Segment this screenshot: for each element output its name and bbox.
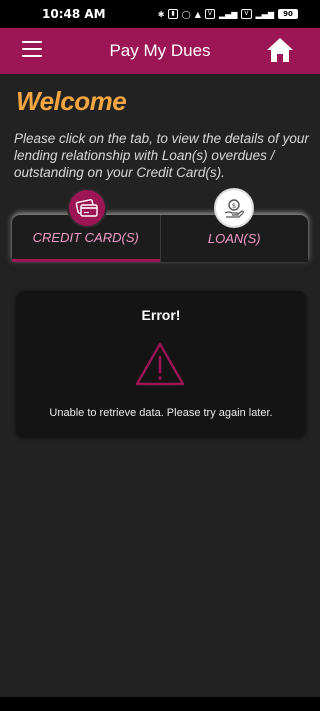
money-hand-icon: $	[224, 199, 244, 218]
status-bar: 10:48 AM ✱ ▮ ◯ ▲ V ▂▄▆ V ▂▄▆ 90	[0, 0, 320, 28]
status-time: 10:48 AM	[42, 7, 106, 21]
status-icons: ✱ ▮ ◯ ▲ V ▂▄▆ V ▂▄▆ 90	[158, 9, 298, 19]
signal-icon: ▂▄▆	[218, 9, 238, 19]
volte-icon-2: V	[241, 9, 252, 19]
volte-icon: V	[204, 9, 215, 19]
error-card: Error! Unable to retrieve data. Please t…	[16, 291, 306, 437]
menu-button[interactable]	[22, 41, 42, 59]
vibrate-icon: ▮	[168, 9, 178, 19]
bluetooth-icon: ✱	[157, 9, 165, 19]
loan-tab-badge[interactable]: $	[214, 188, 254, 228]
welcome-heading: Welcome	[16, 86, 127, 116]
tab-bar: CREDIT CARD(S) LOAN(S)	[12, 215, 308, 262]
svg-text:$: $	[232, 202, 236, 210]
tab-loans-label: LOAN(S)	[207, 231, 261, 246]
home-button[interactable]	[266, 37, 294, 63]
battery-icon: 90	[278, 9, 298, 19]
credit-tab-badge[interactable]	[67, 188, 107, 228]
tab-credit-cards-label: CREDIT CARD(S)	[32, 229, 139, 245]
system-nav-bar	[0, 697, 320, 711]
error-message: Unable to retrieve data. Please try agai…	[49, 407, 273, 419]
intro-text: Please click on the tab, to view the det…	[14, 131, 309, 180]
error-title: Error!	[141, 307, 181, 323]
signal-icon-2: ▂▄▆	[255, 9, 274, 19]
wifi-icon: ▲	[194, 9, 201, 19]
warning-triangle-icon	[135, 342, 185, 386]
hamburger-icon	[22, 41, 42, 43]
app-title: Pay My Dues	[109, 41, 211, 60]
credit-card-icon	[75, 199, 98, 217]
alarm-icon: ◯	[181, 9, 191, 19]
home-icon	[267, 38, 293, 62]
app-bar: Pay My Dues	[0, 28, 320, 74]
